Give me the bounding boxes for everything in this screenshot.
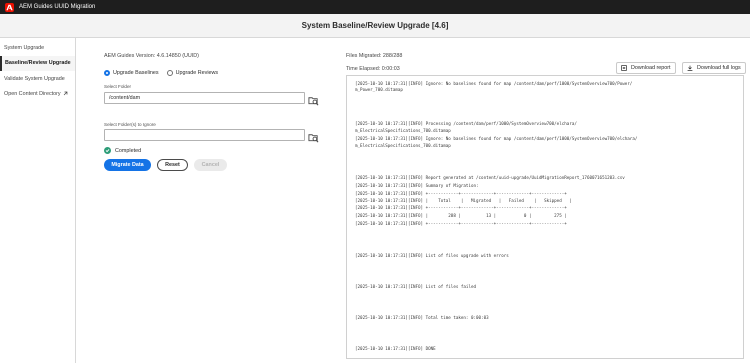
sidebar-item-label: System Upgrade <box>4 44 45 51</box>
folder-browse-icon[interactable] <box>308 93 319 106</box>
files-migrated-text: Files Migrated: 288/288 <box>346 53 403 59</box>
time-elapsed-text: Time Elapsed: 0:00:03 <box>346 66 400 72</box>
log-line: [2025-10-10 10:17:31][INFO] | 288 | 13 |… <box>355 213 567 218</box>
upgrade-baselines-radio[interactable]: Upgrade Baselines <box>104 70 159 76</box>
adobe-logo-icon <box>5 2 14 12</box>
app-title: AEM Guides UUID Migration <box>19 4 96 10</box>
status-text: Completed <box>115 147 142 154</box>
migrate-data-button[interactable]: Migrate Data <box>104 159 151 171</box>
log-output-panel[interactable]: [2025-10-10 10:17:31][INFO] Ignore: No b… <box>346 75 744 359</box>
external-link-icon <box>63 91 68 98</box>
download-report-button[interactable]: Download report <box>616 62 676 74</box>
reset-button[interactable]: Reset <box>157 159 188 171</box>
log-line: [2025-10-10 10:17:31][INFO] Ignore: No b… <box>355 81 633 86</box>
log-line: [2025-10-10 10:17:31][INFO] Processing /… <box>355 121 577 126</box>
download-full-logs-button[interactable]: Download full logs <box>682 62 746 74</box>
upgrade-reviews-radio[interactable]: Upgrade Reviews <box>166 70 219 76</box>
ignore-folders-label: Select Folder(s) to Ignore <box>104 122 156 127</box>
radio-label: Upgrade Baselines <box>113 70 159 76</box>
report-icon <box>621 65 627 71</box>
log-line: [2025-10-10 10:17:31][INFO] Summary of M… <box>355 183 479 188</box>
sidebar-item-label: Open Content Directory <box>4 91 61 98</box>
radio-unselected-icon <box>166 70 173 76</box>
migration-status: Completed <box>104 147 141 154</box>
select-folder-label: Select Folder <box>104 84 132 89</box>
main-content: AEM Guides Version: 4.6.14850 (UUID) Upg… <box>76 38 750 363</box>
log-line: m_ElectricalSpecifications_700.ditamap <box>355 128 451 133</box>
upgrade-type-radio-group: Upgrade Baselines Upgrade Reviews <box>104 70 226 76</box>
select-folder-input[interactable]: /content/dam <box>104 92 305 104</box>
log-line: [2025-10-10 10:17:31][INFO] Report gener… <box>355 175 625 180</box>
sidebar: System Upgrade Baseline/Review Upgrade V… <box>0 38 76 363</box>
page-header: System Baseline/Review Upgrade [4.6] <box>0 14 750 38</box>
sidebar-item-system-upgrade[interactable]: System Upgrade <box>0 40 75 56</box>
log-line: m_ElectricalSpecifications_700.ditamap <box>355 143 451 148</box>
radio-selected-icon <box>104 70 110 76</box>
log-line: [2025-10-10 10:17:31][INFO] | Total | Mi… <box>355 198 572 203</box>
log-line: [2025-10-10 10:17:31][INFO] Ignore: No b… <box>355 136 638 141</box>
ignore-browse-icon[interactable] <box>308 130 319 143</box>
log-line: [2025-10-10 10:17:31][INFO] +-----------… <box>355 205 567 210</box>
sidebar-item-validate-system-upgrade[interactable]: Validate System Upgrade <box>0 71 75 87</box>
log-line: [2025-10-10 10:17:31][INFO] DONE <box>355 346 436 351</box>
log-line: [2025-10-10 10:17:31][INFO] +-----------… <box>355 191 567 196</box>
radio-label: Upgrade Reviews <box>175 70 219 76</box>
log-line: [2025-10-10 10:17:31][INFO] List of file… <box>355 284 477 289</box>
checkmark-icon <box>104 147 111 154</box>
sidebar-item-baseline-review-upgrade[interactable]: Baseline/Review Upgrade <box>0 55 75 71</box>
download-icon <box>687 65 693 71</box>
title-bar: AEM Guides UUID Migration <box>0 0 750 14</box>
log-line: m_Power_700.ditamap <box>355 87 403 92</box>
sidebar-item-open-content-directory[interactable]: Open Content Directory <box>0 87 75 103</box>
sidebar-item-label: Validate System Upgrade <box>4 75 65 82</box>
sidebar-item-label: Baseline/Review Upgrade <box>5 60 71 67</box>
log-line: [2025-10-10 10:17:31][INFO] List of file… <box>355 253 509 258</box>
cancel-button: Cancel <box>194 159 227 171</box>
log-line: [2025-10-10 10:17:31][INFO] Total time t… <box>355 315 489 320</box>
download-logs-label: Download full logs <box>697 65 741 71</box>
page-title: System Baseline/Review Upgrade [4.6] <box>301 21 449 30</box>
log-line: [2025-10-10 10:17:31][INFO] +-----------… <box>355 221 567 226</box>
ignore-folders-input[interactable] <box>104 129 305 141</box>
download-report-label: Download report <box>631 65 671 71</box>
version-text: AEM Guides Version: 4.6.14850 (UUID) <box>104 53 199 59</box>
